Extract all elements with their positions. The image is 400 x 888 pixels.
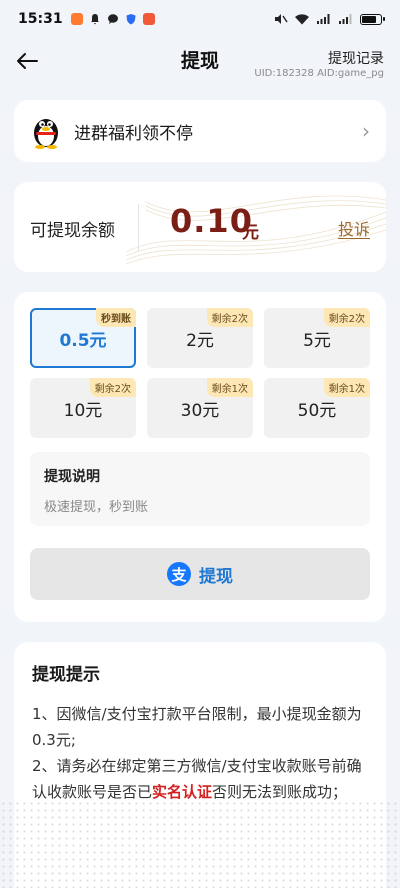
option-badge: 剩余2次 bbox=[89, 378, 136, 397]
battery-icon bbox=[360, 13, 385, 25]
withdraw-button[interactable]: 支 提现 bbox=[30, 548, 370, 600]
tips-line-2-tail: 否则无法到账成功； bbox=[212, 783, 348, 801]
status-time: 15:31 bbox=[18, 11, 63, 27]
signal-4g-icon bbox=[339, 14, 352, 24]
option-amount: 5元 bbox=[303, 330, 331, 351]
withdraw-button-label: 提现 bbox=[199, 566, 233, 587]
option-amount: 0.5元 bbox=[59, 330, 107, 351]
option-50[interactable]: 50元 剩余1次 bbox=[264, 378, 370, 438]
option-amount: 50元 bbox=[297, 400, 337, 421]
option-badge: 剩余1次 bbox=[323, 378, 370, 397]
decorative-dot-pattern bbox=[0, 800, 400, 888]
option-amount: 30元 bbox=[180, 400, 220, 421]
join-group-card[interactable]: 进群福利领不停 › bbox=[14, 100, 386, 162]
option-0-5[interactable]: 0.5元 秒到账 bbox=[30, 308, 136, 368]
option-badge: 剩余2次 bbox=[323, 308, 370, 327]
balance-divider bbox=[138, 204, 139, 252]
message-icon bbox=[107, 14, 118, 24]
uid-text: UID:182328 AID:game_pg bbox=[254, 68, 384, 79]
balance-unit: 元 bbox=[242, 223, 259, 243]
withdraw-explanation: 提现说明 极速提现，秒到账 bbox=[30, 452, 370, 526]
withdraw-options-card: 0.5元 秒到账 2元 剩余2次 5元 剩余2次 10元 剩余2次 30元 剩余… bbox=[14, 292, 386, 622]
wifi-icon bbox=[295, 14, 309, 25]
option-30[interactable]: 30元 剩余1次 bbox=[147, 378, 253, 438]
join-group-label: 进群福利领不停 bbox=[74, 123, 193, 144]
option-amount: 10元 bbox=[63, 400, 103, 421]
bell-icon bbox=[90, 14, 99, 25]
explanation-title: 提现说明 bbox=[44, 469, 100, 485]
option-badge: 剩余1次 bbox=[206, 378, 253, 397]
explanation-text: 极速提现，秒到账 bbox=[44, 500, 149, 515]
option-badge: 剩余2次 bbox=[206, 308, 253, 327]
option-10[interactable]: 10元 剩余2次 bbox=[30, 378, 136, 438]
complain-link[interactable]: 投诉 bbox=[338, 216, 370, 240]
option-amount: 2元 bbox=[186, 330, 214, 351]
option-badge: 秒到账 bbox=[96, 308, 136, 327]
tips-line-2: 2、请务必在绑定第三方微信/支付宝收款账号前确认收款账号是否已实名认证否则无法到… bbox=[32, 753, 368, 805]
option-5[interactable]: 5元 剩余2次 bbox=[264, 308, 370, 368]
qq-penguin-icon bbox=[30, 113, 62, 149]
option-2[interactable]: 2元 剩余2次 bbox=[147, 308, 253, 368]
balance-amount: 0.10 bbox=[170, 202, 253, 240]
tips-title: 提现提示 bbox=[32, 665, 100, 685]
real-name-auth-text: 实名认证 bbox=[152, 783, 213, 801]
chevron-right-icon: › bbox=[362, 119, 370, 143]
shield-icon bbox=[126, 14, 136, 25]
app-badge-icon bbox=[142, 13, 155, 25]
signal-5g-icon bbox=[317, 14, 330, 24]
balance-label: 可提现余额 bbox=[30, 221, 115, 241]
balance-card: 可提现余额 0.10 元 投诉 bbox=[14, 182, 386, 272]
mute-icon bbox=[275, 14, 288, 24]
app-header: 提现 提现记录 UID:182328 AID:game_pg bbox=[0, 38, 400, 88]
tips-line-1: 1、因微信/支付宝打款平台限制，最小提现金额为0.3元; bbox=[32, 705, 362, 749]
status-bar: 15:31 bbox=[0, 0, 400, 38]
withdraw-record-link[interactable]: 提现记录 bbox=[328, 48, 384, 68]
alipay-icon: 支 bbox=[167, 562, 191, 586]
app-notification-icon bbox=[70, 13, 83, 25]
